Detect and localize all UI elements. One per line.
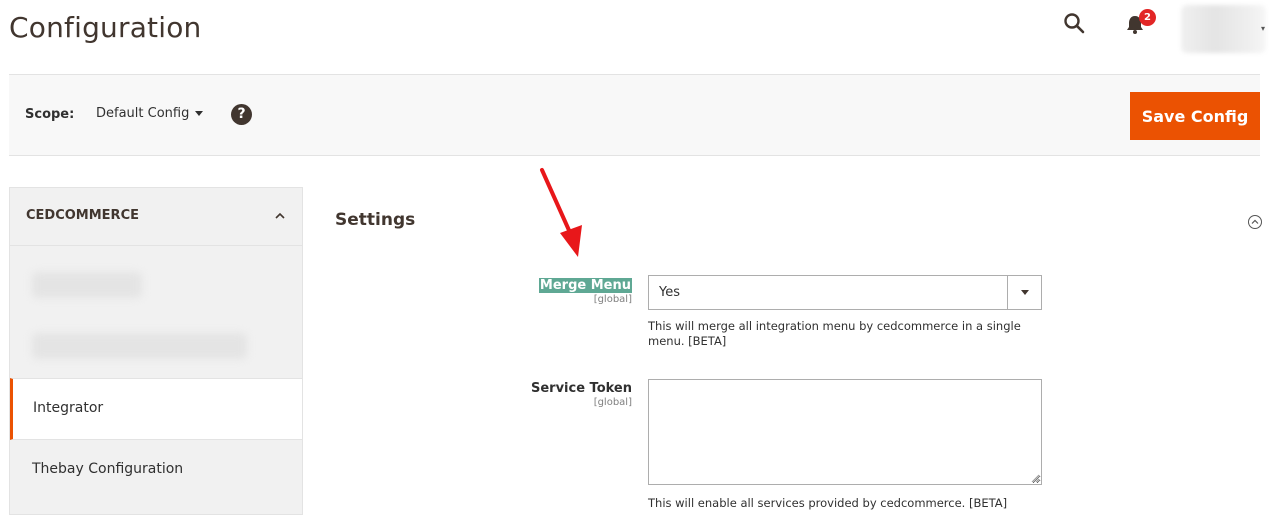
- settings-group-title[interactable]: Settings: [335, 210, 415, 230]
- sidebar-item-blurred-2[interactable]: [32, 333, 247, 359]
- caret-down-icon: [195, 111, 204, 116]
- resize-grip-icon[interactable]: [1031, 474, 1040, 483]
- collapse-circle-icon[interactable]: [1247, 214, 1263, 230]
- sidebar-section-title: CEDCOMMERCE: [26, 208, 139, 223]
- service-token-scope: [global]: [593, 397, 632, 408]
- sidebar-item-thebay-configuration[interactable]: Thebay Configuration: [10, 440, 302, 502]
- service-token-note: This will enable all services provided b…: [648, 496, 1008, 510]
- merge-menu-scope: [global]: [593, 294, 632, 305]
- service-token-input[interactable]: [648, 379, 1042, 485]
- service-token-label: Service Token: [530, 381, 632, 396]
- sidebar-item-label: Thebay Configuration: [32, 461, 184, 477]
- annotation-arrow-icon: [540, 168, 582, 257]
- scope-bar: Scope: Default Config ? Save Config: [9, 74, 1260, 156]
- save-config-button[interactable]: Save Config: [1130, 92, 1260, 140]
- dropdown-arrow-icon: [1007, 276, 1041, 309]
- sidebar-section-cedcommerce[interactable]: CEDCOMMERCE: [10, 188, 302, 246]
- merge-menu-value: Yes: [659, 285, 680, 300]
- sidebar-item-blurred-1[interactable]: [32, 272, 142, 298]
- chevron-up-icon: [275, 212, 285, 219]
- notification-badge[interactable]: 2: [1139, 9, 1156, 26]
- merge-menu-note: This will merge all integration menu by …: [648, 319, 1021, 348]
- page-title: Configuration: [9, 11, 202, 44]
- search-icon[interactable]: [1063, 12, 1085, 34]
- scope-label: Scope:: [25, 107, 75, 122]
- header-actions: 2 ▾: [1009, 0, 1269, 60]
- merge-menu-select[interactable]: Yes: [648, 275, 1042, 310]
- sidebar-item-label: Integrator: [33, 400, 104, 416]
- config-sidebar: CEDCOMMERCE Integrator Thebay Configurat…: [9, 187, 303, 515]
- merge-menu-label: Merge Menu: [538, 278, 632, 293]
- scope-switcher[interactable]: Default Config: [96, 106, 204, 121]
- sidebar-item-integrator[interactable]: Integrator: [10, 378, 302, 440]
- scope-value: Default Config: [96, 106, 190, 121]
- user-caret-icon[interactable]: ▾: [1261, 24, 1265, 33]
- help-icon[interactable]: ?: [231, 104, 252, 125]
- user-account-blurred[interactable]: [1181, 5, 1266, 53]
